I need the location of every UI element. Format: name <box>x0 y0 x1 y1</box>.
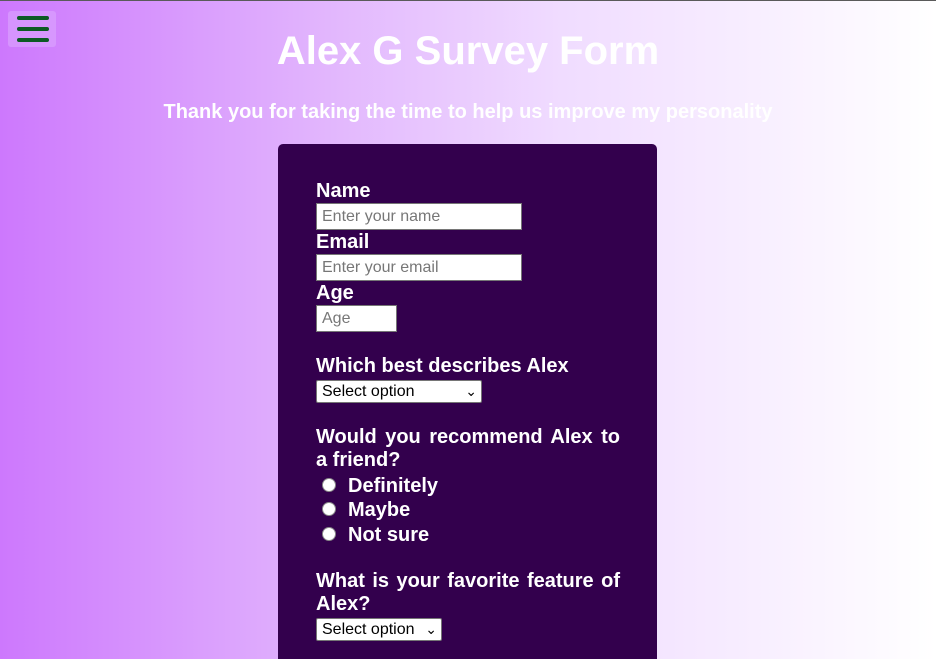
radio-option-maybe[interactable]: Maybe <box>316 499 620 524</box>
feature-question: What is your favorite feature of Alex? <box>316 569 620 615</box>
chevron-down-icon: ⌄ <box>465 383 477 399</box>
radio-option-definitely[interactable]: Definitely <box>316 474 620 499</box>
radio-button[interactable] <box>322 526 336 541</box>
hamburger-menu-icon <box>17 16 49 20</box>
describe-label: Which best describes Alex <box>316 355 569 377</box>
page-title: Alex G Survey Form <box>276 29 660 73</box>
describe-select-value: Select option <box>322 383 415 400</box>
name-label: Name <box>316 180 371 202</box>
survey-form: Name Email Age Which best describes Alex… <box>278 144 657 659</box>
radio-label: Not sure <box>348 523 430 546</box>
email-input[interactable] <box>316 254 522 281</box>
age-label: Age <box>316 282 354 304</box>
name-input[interactable] <box>316 203 522 230</box>
radio-label: Definitely <box>348 474 439 497</box>
email-label: Email <box>316 231 370 253</box>
radio-button[interactable] <box>322 502 336 517</box>
radio-label: Maybe <box>348 499 411 522</box>
feature-select[interactable]: Select option ⌄ <box>316 617 442 641</box>
recommend-question: Would you recommend Alex to a friend? <box>316 426 620 471</box>
chevron-down-icon: ⌄ <box>425 620 437 637</box>
age-input[interactable] <box>316 305 397 332</box>
feature-select-value: Select option <box>322 620 415 638</box>
page-subtitle: Thank you for taking the time to help us… <box>163 101 773 123</box>
radio-option-not-sure[interactable]: Not sure <box>316 523 620 548</box>
radio-button[interactable] <box>322 477 336 492</box>
describe-select[interactable]: Select option ⌄ <box>316 380 482 403</box>
